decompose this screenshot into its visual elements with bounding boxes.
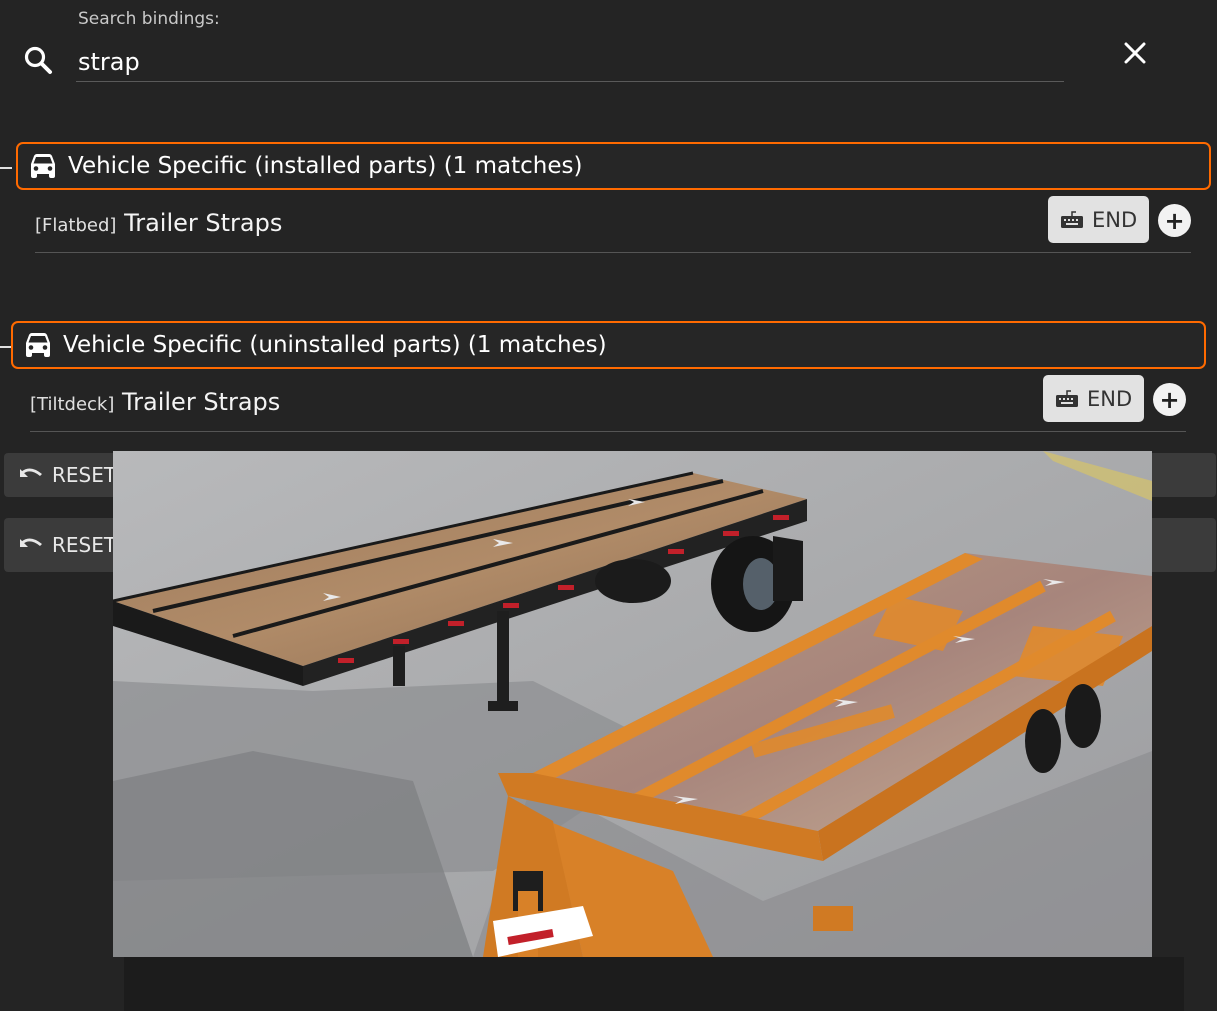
close-button[interactable] — [1118, 36, 1152, 70]
car-icon — [26, 333, 50, 357]
car-icon — [31, 154, 55, 178]
binding-row[interactable]: [Flatbed] Trailer Straps — [35, 199, 1191, 253]
keyboard-icon — [1056, 389, 1078, 407]
binding-label: [Tiltdeck] Trailer Straps — [30, 388, 280, 416]
category-title: Vehicle Specific (uninstalled parts) (1 … — [63, 332, 607, 358]
binding-name: Trailer Straps — [122, 388, 281, 416]
binding-label: [Flatbed] Trailer Straps — [35, 209, 282, 237]
key-binding-chip[interactable]: END — [1043, 375, 1145, 422]
search-icon — [24, 46, 52, 74]
binding-row[interactable]: [Tiltdeck] Trailer Straps — [30, 378, 1186, 432]
trailer-preview-illustration — [113, 451, 1152, 957]
close-icon — [1124, 42, 1146, 64]
binding-name: Trailer Straps — [124, 209, 283, 237]
binding-prefix: [Tiltdeck] — [30, 394, 115, 415]
key-label: END — [1092, 207, 1138, 232]
preview-image — [113, 451, 1152, 957]
category-title: Vehicle Specific (installed parts) (1 ma… — [68, 153, 583, 179]
undo-icon — [20, 468, 42, 477]
category-expander-line — [0, 167, 12, 169]
undo-icon — [20, 538, 42, 547]
reset-label: RESET — [52, 533, 117, 557]
add-binding-button[interactable]: + — [1158, 204, 1191, 237]
category-header-uninstalled[interactable]: Vehicle Specific (uninstalled parts) (1 … — [11, 321, 1206, 369]
search-input[interactable] — [76, 42, 1064, 82]
panel-footer-shadow — [124, 957, 1184, 1011]
key-label: END — [1087, 386, 1133, 411]
binding-prefix: [Flatbed] — [35, 215, 117, 236]
category-header-installed[interactable]: Vehicle Specific (installed parts) (1 ma… — [16, 142, 1211, 190]
reset-label: RESET — [52, 463, 117, 487]
bindings-search-panel: Search bindings: Vehicle Specific (insta… — [0, 0, 1217, 1011]
add-binding-button[interactable]: + — [1153, 383, 1186, 416]
key-binding-chip[interactable]: END — [1048, 196, 1150, 243]
keyboard-icon — [1061, 210, 1083, 228]
search-label: Search bindings: — [78, 9, 220, 29]
